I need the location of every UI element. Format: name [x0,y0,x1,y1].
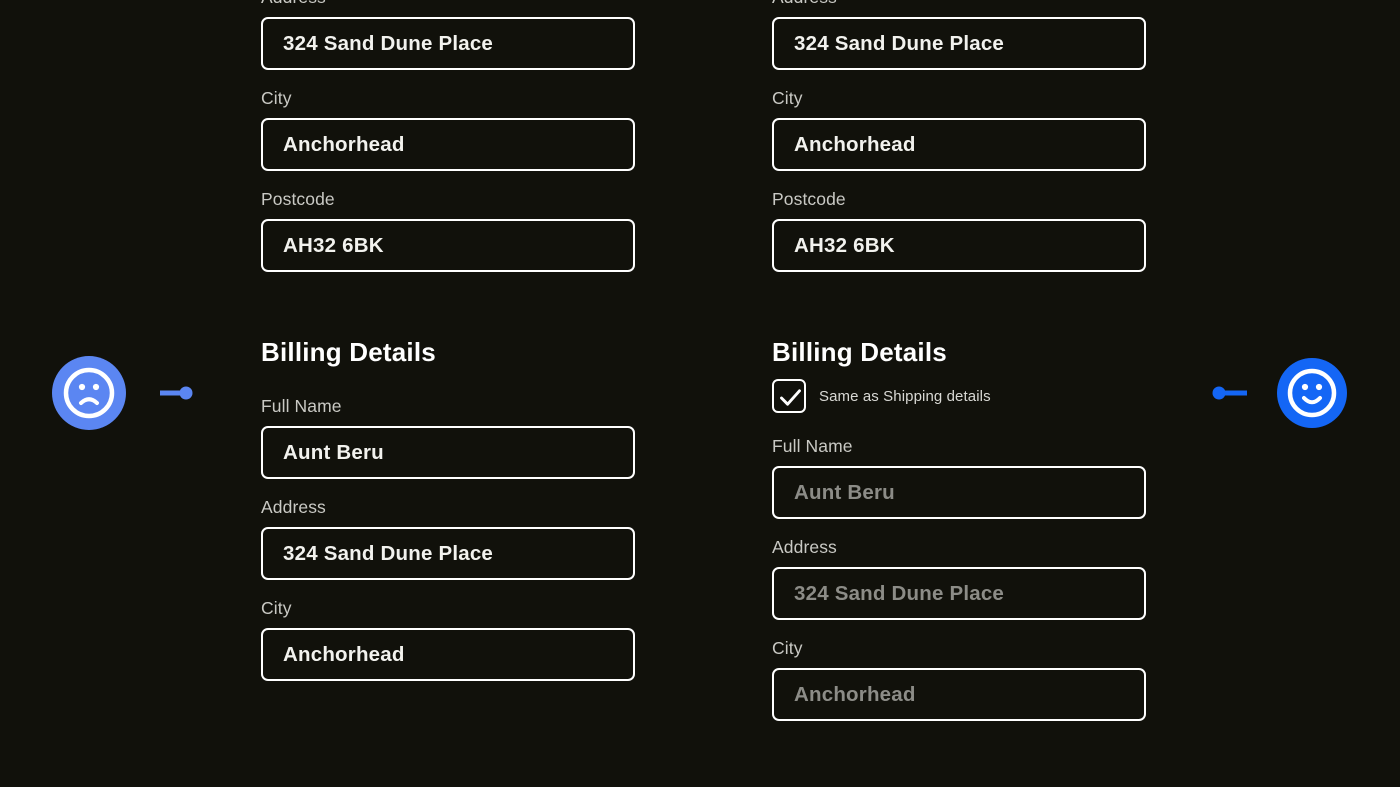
billing-details-heading: Billing Details [261,337,436,367]
face-eye-right [1315,383,1323,391]
fullname-input-billing[interactable]: Aunt Beru [772,466,1146,519]
address-input-shipping[interactable]: 324 Sand Dune Place [261,17,635,70]
face-eye-right [92,383,100,391]
comparison-canvas: Address 324 Sand Dune Place City Anchorh… [0,0,1400,787]
marker-endpoint-dot [179,386,193,400]
field-value: 324 Sand Dune Place [794,581,1005,605]
field-value: Anchorhead [794,132,916,156]
field-value: Aunt Beru [283,440,384,464]
field-value: 324 Sand Dune Place [794,31,1005,55]
city-input-shipping[interactable]: Anchorhead [772,118,1146,171]
field-address-billing: Address 324 Sand Dune Place [261,496,635,580]
same-as-shipping-label: Same as Shipping details [819,387,991,405]
field-fullname-billing: Full Name Aunt Beru [261,395,635,479]
same-as-shipping-checkbox[interactable] [772,379,806,413]
face-eye-left [1301,383,1309,391]
field-value: 324 Sand Dune Place [283,541,494,565]
field-value: AH32 6BK [283,233,384,257]
field-label: Postcode [772,189,846,209]
field-label: Address [772,537,837,557]
field-value: AH32 6BK [794,233,895,257]
field-city-shipping: City Anchorhead [772,87,1146,171]
city-input-billing[interactable]: Anchorhead [772,668,1146,721]
marker-endpoint-dot [1212,386,1226,400]
field-address-shipping: Address 324 Sand Dune Place [261,0,635,70]
field-label: City [772,88,803,108]
field-city-billing: City Anchorhead [261,597,635,681]
field-label: Address [772,0,1146,17]
field-label: City [261,88,292,108]
field-label: Postcode [261,189,335,209]
checkmark-icon [780,389,801,406]
field-label: City [772,638,803,658]
same-as-shipping-row[interactable]: Same as Shipping details [772,379,1146,413]
field-value: Anchorhead [283,132,405,156]
field-postcode-shipping: Postcode AH32 6BK [772,188,1146,272]
field-label: Full Name [772,436,853,456]
city-input-billing[interactable]: Anchorhead [261,628,635,681]
address-input-shipping[interactable]: 324 Sand Dune Place [772,17,1146,70]
postcode-input-shipping[interactable]: AH32 6BK [772,219,1146,272]
face-eye-left [78,383,86,391]
field-city-billing: City Anchorhead [772,637,1146,721]
marker-circle [1277,358,1347,428]
smiling-face-icon[interactable] [1205,345,1365,441]
field-value: Anchorhead [283,642,405,666]
field-value: Aunt Beru [794,480,895,504]
field-city-shipping: City Anchorhead [261,87,635,171]
postcode-input-shipping[interactable]: AH32 6BK [261,219,635,272]
field-label: Full Name [261,396,342,416]
city-input-shipping[interactable]: Anchorhead [261,118,635,171]
field-address-billing: Address 324 Sand Dune Place [772,536,1146,620]
address-input-billing[interactable]: 324 Sand Dune Place [772,567,1146,620]
form-column-right: Address 324 Sand Dune Place City Anchorh… [772,0,1146,738]
form-column-left: Address 324 Sand Dune Place City Anchorh… [261,0,635,698]
field-value: Anchorhead [794,682,916,706]
billing-details-heading: Billing Details [772,337,947,367]
address-input-billing[interactable]: 324 Sand Dune Place [261,527,635,580]
marker-circle [52,356,126,430]
field-postcode-shipping: Postcode AH32 6BK [261,188,635,272]
field-label: City [261,598,292,618]
field-address-shipping: Address 324 Sand Dune Place [772,0,1146,70]
field-value: 324 Sand Dune Place [283,31,494,55]
field-label: Address [261,0,635,17]
fullname-input-billing[interactable]: Aunt Beru [261,426,635,479]
field-fullname-billing: Full Name Aunt Beru [772,435,1146,519]
frowning-face-icon[interactable] [40,345,200,441]
field-label: Address [261,497,326,517]
